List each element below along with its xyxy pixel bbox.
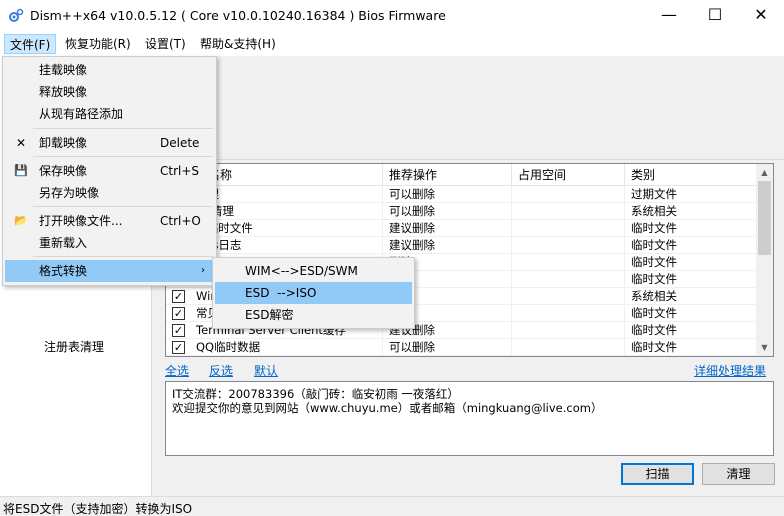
table-row[interactable]: ✓ QQ临时数据 可以删除 临时文件 xyxy=(166,339,758,356)
maximize-button[interactable]: ☐ xyxy=(692,0,738,32)
menu-file[interactable]: 文件(F) xyxy=(4,34,57,54)
title-bar: Dism++x64 v10.0.5.12 ( Core v10.0.10240.… xyxy=(0,0,784,32)
info-textbox[interactable]: IT交流群：200783396（敲门砖：临安初雨 一夜落红） 欢迎提交你的意见到… xyxy=(165,381,774,456)
scroll-up-icon[interactable]: ▲ xyxy=(756,164,773,181)
row-checkbox[interactable]: ✓ xyxy=(172,307,185,320)
row-checkbox[interactable]: ✓ xyxy=(172,341,185,354)
submenu-item-wim-esd-swm[interactable]: WIM<-->ESD/SWM xyxy=(215,260,412,282)
status-text: 将ESD文件（支持加密）转换为ISO xyxy=(3,502,193,516)
close-button[interactable]: ✕ xyxy=(738,0,784,32)
cell-size xyxy=(512,271,625,288)
cell-category: 临时文件 xyxy=(625,220,758,237)
menu-item-open-image-file[interactable]: 📂 打开映像文件... Ctrl+O xyxy=(5,210,214,232)
table-row[interactable]: SI临时文件 建议删除 临时文件 xyxy=(166,220,758,237)
cell-category: 临时文件 xyxy=(625,305,758,322)
cell-size xyxy=(512,288,625,305)
floppy-disk-icon: 💾 xyxy=(14,164,28,177)
cell-action: 可以删除 xyxy=(383,339,512,356)
cell-action: 建议删除 xyxy=(383,220,512,237)
format-convert-submenu: WIM<-->ESD/SWM ESD -->ISO ESD解密 xyxy=(212,257,415,329)
close-x-icon: ✕ xyxy=(15,136,27,150)
cell-size xyxy=(512,237,625,254)
cell-category: 临时文件 xyxy=(625,254,758,271)
cell-size xyxy=(512,220,625,237)
menu-item-unmount-image[interactable]: ✕ 卸载映像 Delete xyxy=(5,132,214,154)
open-folder-icon: 📂 xyxy=(14,214,28,227)
cell-category: 临时文件 xyxy=(625,237,758,254)
column-size[interactable]: 占用空间 xyxy=(512,164,625,186)
cell-name: QQ临时数据 xyxy=(190,339,383,356)
select-all-link[interactable]: 全选 xyxy=(165,362,189,379)
cell-action: 可以删除 xyxy=(383,203,512,220)
cell-category: 临时文件 xyxy=(625,339,758,356)
default-selection-link[interactable]: 默认 xyxy=(254,362,278,379)
row-checkbox[interactable]: ✓ xyxy=(172,324,185,337)
scroll-down-icon[interactable]: ▼ xyxy=(756,339,773,356)
cell-action: 建议删除 xyxy=(383,237,512,254)
cell-size xyxy=(512,339,625,356)
submenu-item-esd-to-iso[interactable]: ESD -->ISO xyxy=(215,282,412,304)
menu-item-mount-image[interactable]: 挂载映像 xyxy=(5,59,214,81)
invert-selection-link[interactable]: 反选 xyxy=(209,362,233,379)
menu-help[interactable]: 帮助&支持(H) xyxy=(195,34,281,54)
top-panel xyxy=(152,56,784,160)
cell-category: 临时文件 xyxy=(625,271,758,288)
column-action[interactable]: 推荐操作 xyxy=(383,164,512,186)
table-row[interactable]: 清理可以删除 过期文件 xyxy=(166,186,758,203)
menu-separator xyxy=(33,128,213,129)
file-menu-dropdown: 挂载映像 释放映像 从现有路径添加 ✕ 卸载映像 Delete 💾 保存映像 C… xyxy=(2,56,217,286)
window-title: Dism++x64 v10.0.5.12 ( Core v10.0.10240.… xyxy=(30,8,446,23)
cell-name: 清理 xyxy=(190,186,383,203)
column-category[interactable]: 类别 xyxy=(625,164,758,186)
cell-size xyxy=(512,305,625,322)
row-checkbox[interactable]: ✓ xyxy=(172,290,185,303)
detail-results-link[interactable]: 详细处理结果 xyxy=(694,362,766,379)
cell-category: 临时文件 xyxy=(625,322,758,339)
menu-item-save-as-image[interactable]: 另存为映像 xyxy=(5,182,214,204)
cell-size xyxy=(512,322,625,339)
cell-category: 系统相关 xyxy=(625,203,758,220)
menu-bar: 文件(F) 恢复功能(R) 设置(T) 帮助&支持(H) xyxy=(0,32,784,56)
scan-button[interactable]: 扫描 xyxy=(621,463,694,485)
cell-name: SI临时文件 xyxy=(190,220,383,237)
table-row[interactable]: ler清理可以删除 系统相关 xyxy=(166,203,758,220)
cell-category: 系统相关 xyxy=(625,288,758,305)
table-row[interactable]: ows日志 建议删除 临时文件 xyxy=(166,237,758,254)
app-gear-icon xyxy=(9,8,24,22)
cell-name: ler清理 xyxy=(190,203,383,220)
menu-item-save-image[interactable]: 💾 保存映像 Ctrl+S xyxy=(5,160,214,182)
menu-item-reload[interactable]: 重新载入 xyxy=(5,232,214,254)
cell-size xyxy=(512,186,625,203)
menu-recovery[interactable]: 恢复功能(R) xyxy=(60,34,136,54)
menu-separator xyxy=(33,206,213,207)
info-line-2: 欢迎提交你的意见到网站（www.chuyu.me）或者邮箱（mingkuang@… xyxy=(172,401,603,415)
menu-item-add-from-path[interactable]: 从现有路径添加 xyxy=(5,103,214,125)
menu-item-release-image[interactable]: 释放映像 xyxy=(5,81,214,103)
chevron-right-icon: › xyxy=(201,265,205,276)
menu-item-format-convert[interactable]: 格式转换 › xyxy=(5,260,214,282)
cell-category: 过期文件 xyxy=(625,186,758,203)
list-scrollbar[interactable]: ▲ ▼ xyxy=(756,164,773,356)
cell-action: 可以删除 xyxy=(383,186,512,203)
menu-separator xyxy=(33,256,213,257)
menu-separator xyxy=(33,156,213,157)
status-bar: 将ESD文件（支持加密）转换为ISO xyxy=(0,496,784,516)
cell-size xyxy=(512,203,625,220)
cell-size xyxy=(512,254,625,271)
menu-settings[interactable]: 设置(T) xyxy=(140,34,191,54)
cell-name: ows日志 xyxy=(190,237,383,254)
clean-button[interactable]: 清理 xyxy=(702,463,775,485)
nav-registry-cleanup[interactable]: 注册表清理 xyxy=(44,338,104,355)
minimize-button[interactable]: — xyxy=(646,0,692,32)
submenu-item-esd-decrypt[interactable]: ESD解密 xyxy=(215,304,412,326)
scroll-thumb[interactable] xyxy=(758,181,771,255)
list-header: 名称 推荐操作 占用空间 类别 xyxy=(166,164,758,186)
info-line-1: IT交流群：200783396（敲门砖：临安初雨 一夜落红） xyxy=(172,387,459,401)
